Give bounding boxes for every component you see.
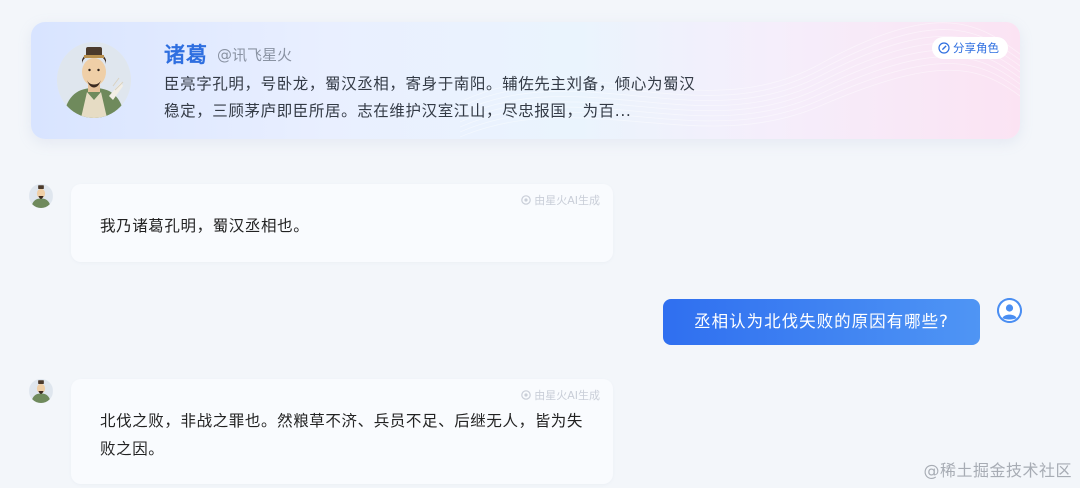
role-description: 臣亮字孔明，号卧龙，蜀汉丞相，寄身于南阳。辅佐先主刘备，倾心为蜀汉稳定，三顾茅庐… [164,75,696,120]
spark-icon [521,195,532,205]
bot-message-text: 北伐之败，非战之罪也。然粮草不济、兵员不足、后继无人，皆为失败之因。 [100,412,584,458]
ai-generated-tag: 由星火AI生成 [521,387,600,403]
bot-avatar [29,379,53,403]
user-avatar [997,298,1022,323]
zhuge-liang-portrait-icon [57,42,131,118]
share-role-label: 分享角色 [953,41,999,55]
share-role-button[interactable]: 分享角色 [932,37,1008,59]
spark-icon [521,390,532,400]
share-edit-icon [938,42,950,54]
bot-message-text: 我乃诸葛孔明，蜀汉丞相也。 [100,217,310,235]
ai-tag-label: 由星火AI生成 [534,389,600,402]
watermark: @稀土掘金技术社区 [923,461,1072,480]
bot-message: 由星火AI生成 我乃诸葛孔明，蜀汉丞相也。 [71,184,613,262]
role-card: 诸葛 @讯飞星火 臣亮字孔明，号卧龙，蜀汉丞相，寄身于南阳。辅佐先主刘备，倾心为… [31,22,1020,139]
role-handle: @讯飞星火 [217,46,293,64]
bot-avatar [29,184,53,208]
zhuge-liang-avatar-icon [29,184,53,208]
bot-message: 由星火AI生成 北伐之败，非战之罪也。然粮草不济、兵员不足、后继无人，皆为失败之… [71,379,613,484]
role-name: 诸葛 [164,43,208,67]
zhuge-liang-avatar-icon [29,379,53,403]
user-icon [997,298,1022,323]
role-avatar [57,42,131,118]
ai-tag-label: 由星火AI生成 [534,194,600,207]
ai-generated-tag: 由星火AI生成 [521,192,600,208]
user-message: 丞相认为北伐失败的原因有哪些? [663,299,980,345]
